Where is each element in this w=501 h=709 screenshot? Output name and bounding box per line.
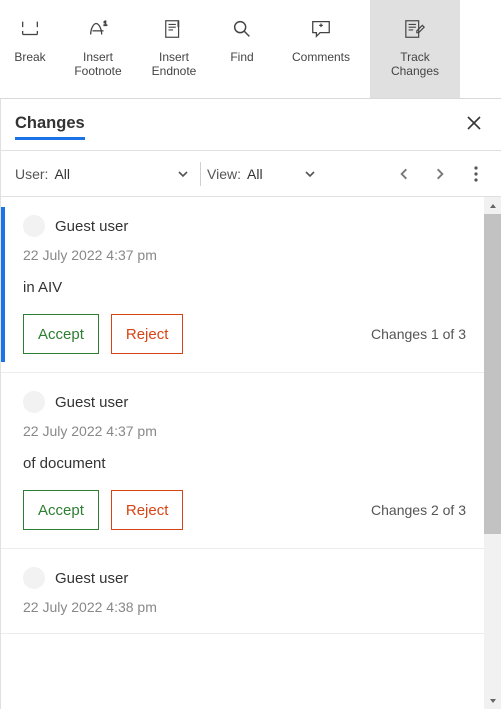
- toolbar: Break 1 Insert Footnote i Insert Endnote: [0, 0, 501, 99]
- kebab-icon: [469, 166, 483, 182]
- footnote-icon: 1: [85, 12, 111, 46]
- insert-footnote-label-l2: Footnote: [74, 64, 121, 78]
- endnote-icon: i: [162, 12, 186, 46]
- track-changes-label-l1: Track: [400, 50, 430, 64]
- scroll-thumb[interactable]: [484, 214, 501, 534]
- change-user: Guest user: [55, 218, 128, 235]
- change-timestamp: 22 July 2022 4:38 pm: [23, 599, 466, 615]
- scroll-up-button[interactable]: [484, 197, 501, 214]
- break-button[interactable]: Break: [0, 0, 60, 98]
- view-filter-value: All: [247, 166, 263, 182]
- chevron-left-icon: [397, 167, 411, 181]
- change-user-row: Guest user: [23, 567, 466, 589]
- change-card[interactable]: Guest user 22 July 2022 4:38 pm: [1, 549, 484, 634]
- change-user: Guest user: [55, 570, 128, 587]
- change-card[interactable]: Guest user 22 July 2022 4:37 pm of docum…: [1, 373, 484, 549]
- reject-button[interactable]: Reject: [111, 490, 184, 530]
- chevron-down-icon: [304, 168, 316, 180]
- insert-endnote-label: Insert Endnote: [152, 50, 197, 78]
- change-text: of document: [23, 455, 466, 472]
- change-actions: Accept Reject Changes 1 of 3: [23, 314, 466, 354]
- change-counter: Changes 2 of 3: [371, 502, 466, 518]
- view-filter[interactable]: View: All: [207, 166, 263, 182]
- scroll-down-button[interactable]: [484, 692, 501, 709]
- svg-text:i: i: [178, 21, 179, 28]
- more-options-button[interactable]: [461, 159, 491, 189]
- chevron-down-icon: [177, 168, 189, 180]
- change-counter: Changes 1 of 3: [371, 326, 466, 342]
- break-icon: [19, 12, 41, 46]
- caret-up-icon: [489, 202, 497, 210]
- track-changes-icon: [403, 12, 427, 46]
- caret-down-icon: [489, 697, 497, 705]
- filter-bar: User: All View: All: [0, 151, 501, 197]
- user-filter-chevron[interactable]: [172, 159, 194, 189]
- change-timestamp: 22 July 2022 4:37 pm: [23, 423, 466, 439]
- filter-divider: [200, 162, 201, 186]
- user-filter-label: User:: [15, 166, 48, 182]
- change-user-row: Guest user: [23, 215, 466, 237]
- user-filter-value: All: [54, 166, 70, 182]
- accept-button[interactable]: Accept: [23, 490, 99, 530]
- insert-footnote-label-l1: Insert: [83, 50, 113, 64]
- insert-footnote-label: Insert Footnote: [74, 50, 121, 78]
- insert-endnote-button[interactable]: i Insert Endnote: [136, 0, 212, 98]
- scrollbar[interactable]: [484, 197, 501, 709]
- changes-scroll-area: Guest user 22 July 2022 4:37 pm in AIV A…: [0, 197, 501, 709]
- avatar: [23, 391, 45, 413]
- track-changes-label: Track Changes: [391, 50, 439, 78]
- view-filter-chevron[interactable]: [299, 159, 321, 189]
- comment-icon: [309, 12, 333, 46]
- change-actions: Accept Reject Changes 2 of 3: [23, 490, 466, 530]
- changes-list: Guest user 22 July 2022 4:37 pm in AIV A…: [1, 197, 484, 709]
- track-changes-button[interactable]: Track Changes: [370, 0, 460, 98]
- change-card[interactable]: Guest user 22 July 2022 4:37 pm in AIV A…: [1, 197, 484, 373]
- search-icon: [231, 12, 253, 46]
- chevron-right-icon: [433, 167, 447, 181]
- avatar: [23, 215, 45, 237]
- next-change-button[interactable]: [425, 159, 455, 189]
- comments-button[interactable]: Comments: [272, 0, 370, 98]
- change-user: Guest user: [55, 394, 128, 411]
- comments-label: Comments: [292, 50, 350, 64]
- panel-title: Changes: [15, 114, 85, 140]
- change-user-row: Guest user: [23, 391, 466, 413]
- find-button[interactable]: Find: [212, 0, 272, 98]
- user-filter[interactable]: User: All: [15, 166, 70, 182]
- avatar: [23, 567, 45, 589]
- svg-text:1: 1: [104, 20, 108, 27]
- insert-endnote-label-l1: Insert: [159, 50, 189, 64]
- track-changes-label-l2: Changes: [391, 64, 439, 78]
- close-icon: [465, 114, 483, 132]
- scroll-track-space[interactable]: [484, 534, 501, 692]
- reject-button[interactable]: Reject: [111, 314, 184, 354]
- prev-change-button[interactable]: [389, 159, 419, 189]
- find-label: Find: [230, 50, 253, 64]
- change-timestamp: 22 July 2022 4:37 pm: [23, 247, 466, 263]
- change-text: in AIV: [23, 279, 466, 296]
- accept-button[interactable]: Accept: [23, 314, 99, 354]
- insert-footnote-button[interactable]: 1 Insert Footnote: [60, 0, 136, 98]
- panel-header: Changes: [0, 99, 501, 151]
- break-label: Break: [14, 50, 45, 64]
- close-panel-button[interactable]: [461, 110, 487, 139]
- insert-endnote-label-l2: Endnote: [152, 64, 197, 78]
- view-filter-label: View:: [207, 166, 241, 182]
- toolbar-overflow: [460, 0, 501, 98]
